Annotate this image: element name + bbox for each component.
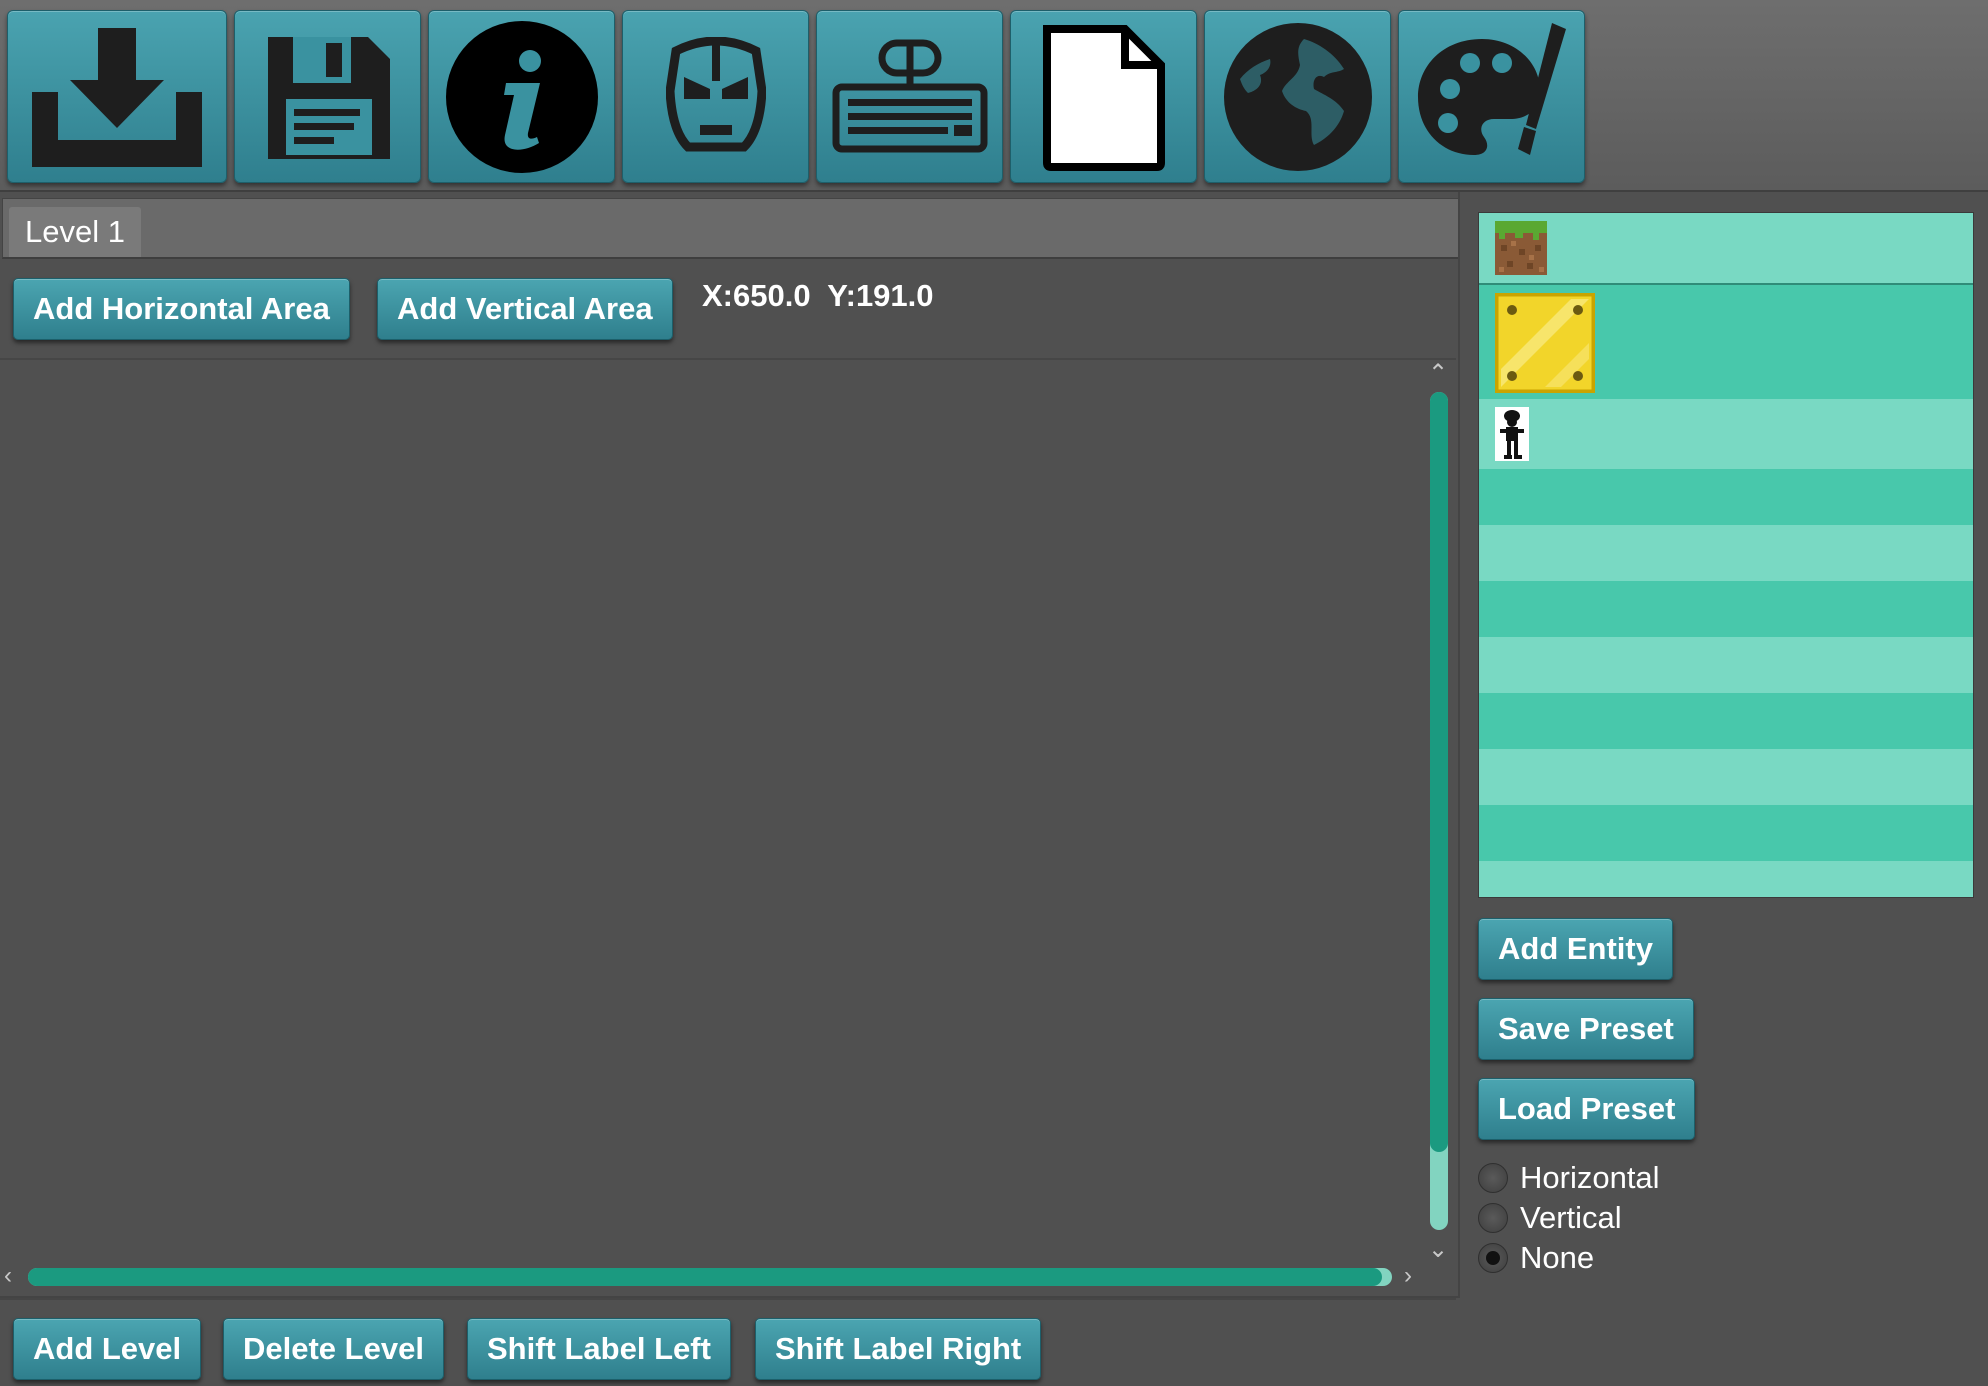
list-empty-row	[1479, 693, 1973, 749]
paint-palette-icon	[1417, 22, 1566, 155]
add-vertical-area-button[interactable]: Add Vertical Area	[377, 278, 673, 340]
level-tab-strip: Level 1	[2, 198, 1460, 259]
horizontal-scrollbar-thumb[interactable]	[28, 1268, 1382, 1286]
yellow-block-icon	[1495, 293, 1595, 393]
controls-button[interactable]	[816, 10, 1003, 183]
info-icon	[445, 20, 598, 173]
shift-label-right-button[interactable]: Shift Label Right	[755, 1318, 1042, 1380]
radio-button[interactable]	[1478, 1163, 1508, 1193]
shift-label-left-button[interactable]: Shift Label Left	[467, 1318, 731, 1380]
save-preset-button[interactable]: Save Preset	[1478, 998, 1694, 1060]
list-empty-row	[1479, 861, 1973, 897]
list-empty-row	[1479, 581, 1973, 637]
character-sprite-icon	[1495, 407, 1529, 461]
delete-level-button[interactable]: Delete Level	[223, 1318, 444, 1380]
scroll-left-arrow-icon[interactable]: ‹	[4, 1264, 12, 1288]
entity-list[interactable]	[1478, 212, 1974, 898]
iron-man-mask-icon	[665, 36, 766, 151]
vertical-scrollbar-thumb[interactable]	[1430, 392, 1448, 1152]
add-horizontal-area-button[interactable]: Add Horizontal Area	[13, 278, 350, 340]
add-level-button[interactable]: Add Level	[13, 1318, 202, 1380]
save-button[interactable]	[234, 10, 421, 183]
list-item[interactable]	[1479, 283, 1973, 399]
scroll-up-arrow-icon[interactable]: ⌃	[1428, 362, 1448, 386]
download-icon	[32, 27, 202, 167]
scroll-right-arrow-icon[interactable]: ›	[1404, 1264, 1412, 1288]
radio-label: None	[1520, 1240, 1595, 1275]
theme-button[interactable]	[1398, 10, 1585, 183]
list-item[interactable]	[1479, 399, 1973, 469]
list-item[interactable]	[1479, 213, 1973, 283]
download-button[interactable]	[7, 10, 227, 183]
scroll-down-arrow-icon[interactable]: ⌄	[1428, 1238, 1448, 1262]
load-preset-button[interactable]: Load Preset	[1478, 1078, 1696, 1140]
panel-divider	[1458, 192, 1460, 1296]
canvas-bottom-divider	[0, 1296, 1460, 1298]
main-toolbar	[0, 0, 1988, 192]
globe-icon	[1223, 22, 1372, 171]
radio-button[interactable]	[1478, 1243, 1508, 1273]
new-file-button[interactable]	[1010, 10, 1197, 183]
add-entity-button[interactable]: Add Entity	[1478, 918, 1673, 980]
list-empty-row	[1479, 749, 1973, 805]
list-empty-row	[1479, 637, 1973, 693]
radio-label: Horizontal	[1520, 1160, 1660, 1195]
radio-vertical[interactable]: Vertical	[1478, 1198, 1622, 1238]
dirt-grass-block-icon	[1495, 221, 1547, 275]
level-canvas[interactable]	[0, 358, 1456, 1300]
blank-document-icon	[1042, 24, 1165, 171]
list-empty-row	[1479, 525, 1973, 581]
keyboard-mouse-icon	[832, 39, 987, 152]
floppy-disk-icon	[267, 36, 390, 159]
tab-level-1[interactable]: Level 1	[9, 207, 141, 257]
list-empty-row	[1479, 805, 1973, 861]
cursor-coordinates: X:650.0 Y:191.0	[702, 278, 934, 313]
list-empty-row	[1479, 469, 1973, 525]
radio-label: Vertical	[1520, 1200, 1622, 1235]
radio-button[interactable]	[1478, 1203, 1508, 1233]
info-button[interactable]	[428, 10, 615, 183]
world-button[interactable]	[1204, 10, 1391, 183]
radio-none[interactable]: None	[1478, 1238, 1594, 1278]
character-button[interactable]	[622, 10, 809, 183]
radio-horizontal[interactable]: Horizontal	[1478, 1158, 1660, 1198]
